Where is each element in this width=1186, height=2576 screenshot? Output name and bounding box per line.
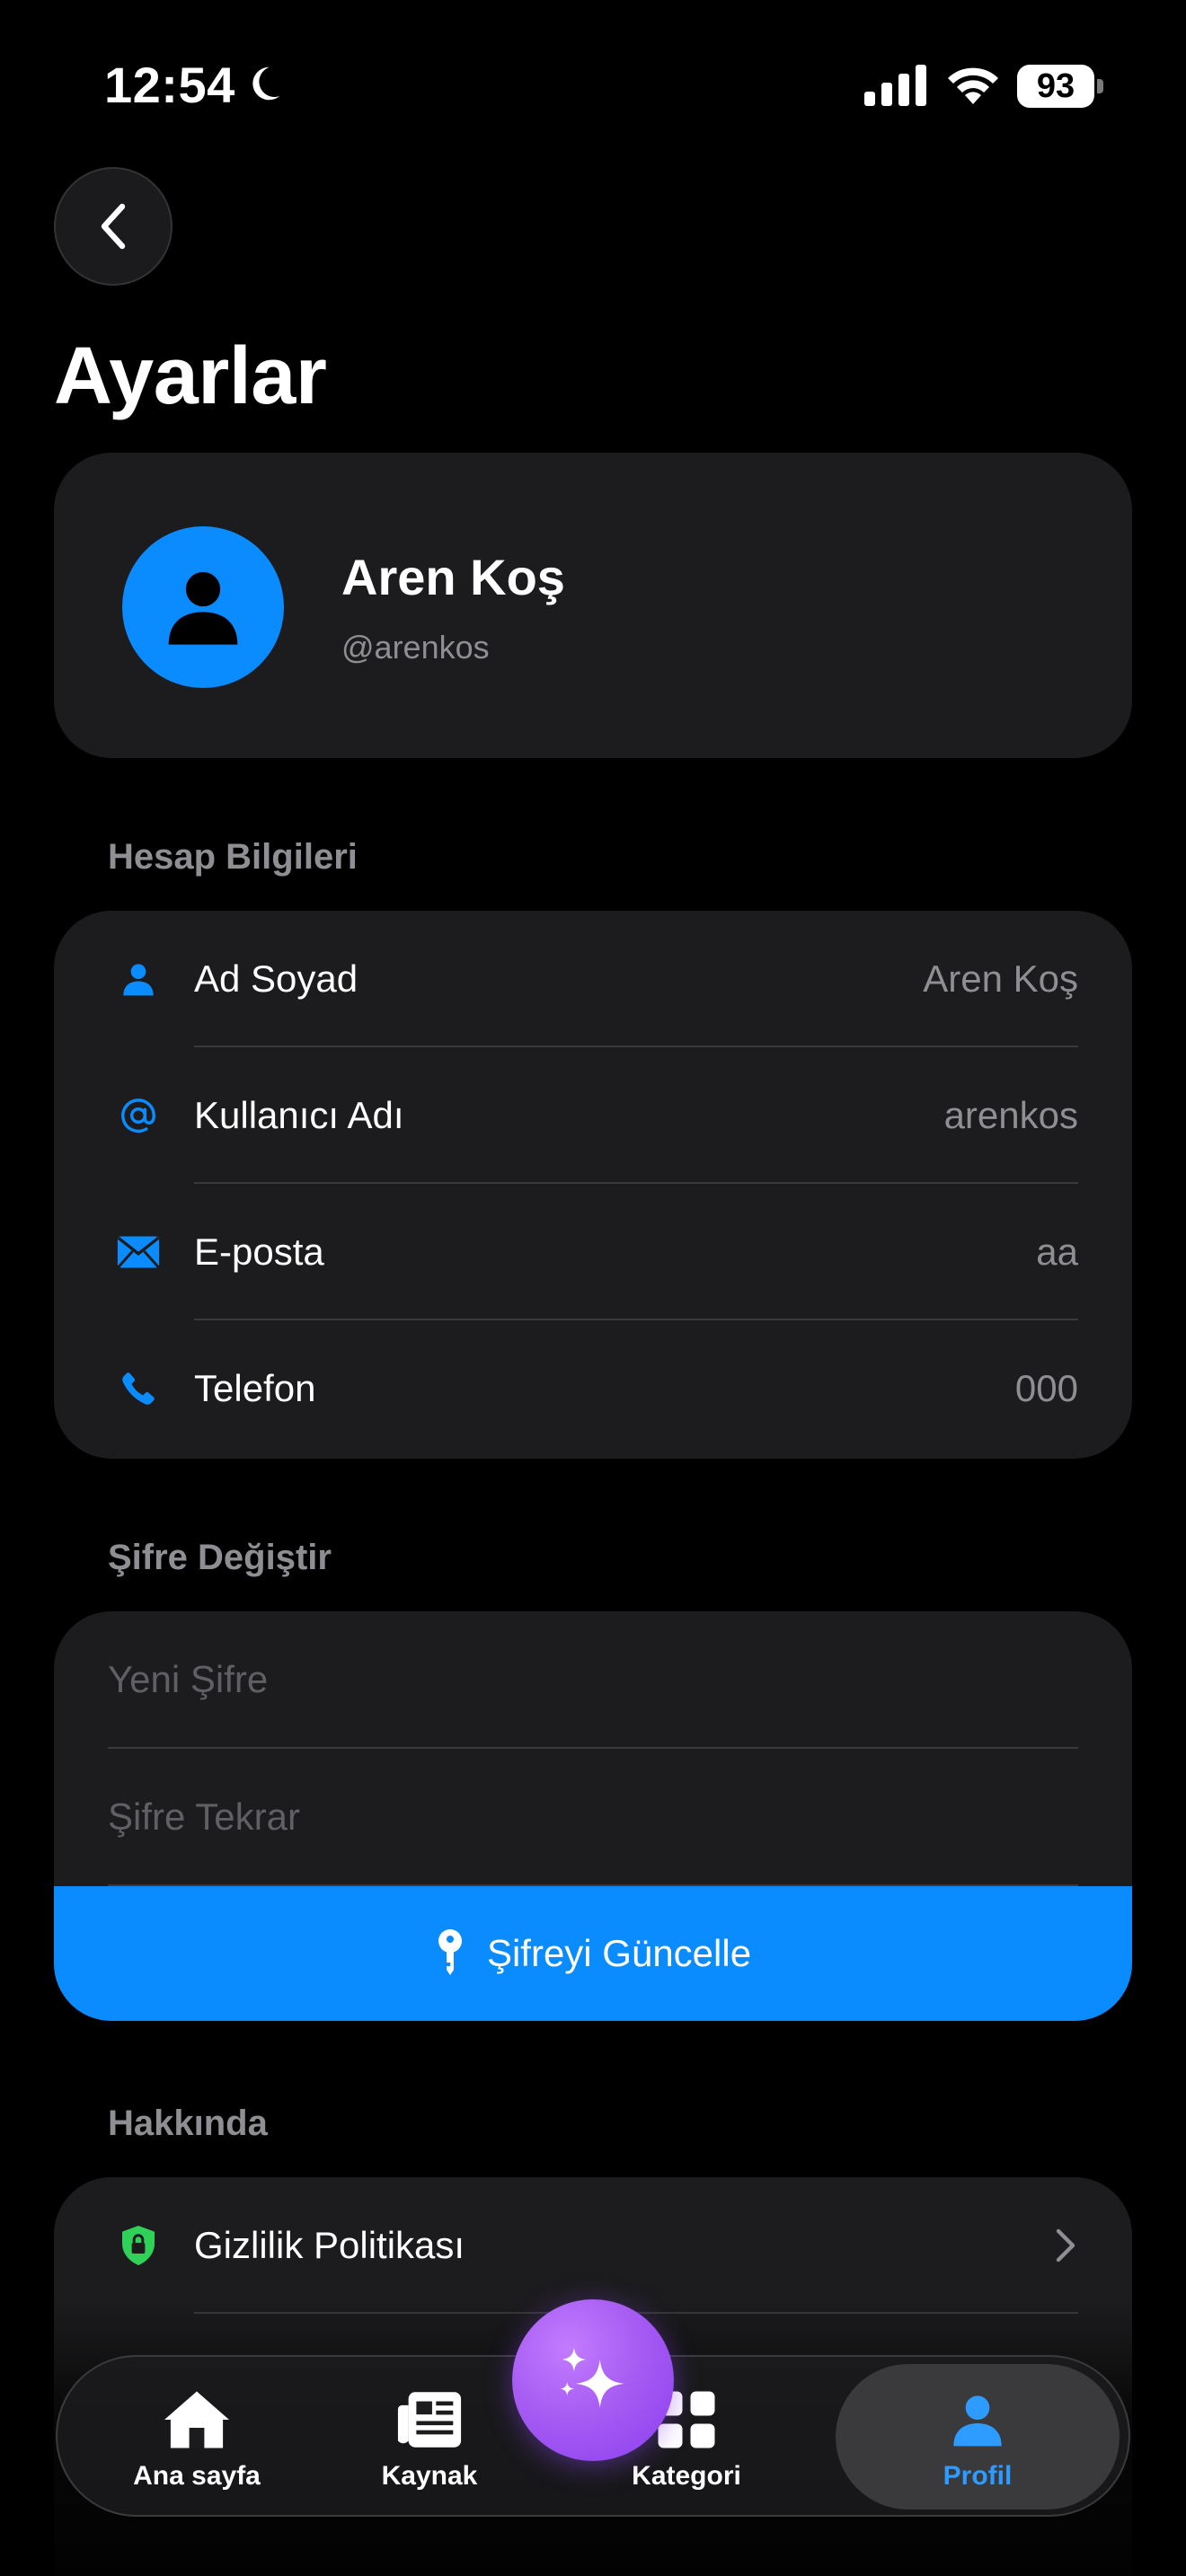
battery-tip: [1097, 79, 1103, 93]
battery-level: 93: [1017, 65, 1094, 108]
tab-label: Kaynak: [381, 2461, 478, 2491]
back-button[interactable]: [54, 167, 173, 286]
about-row-privacy-policy[interactable]: Gizlilik Politikası: [54, 2177, 1132, 2314]
person-icon: [168, 571, 238, 645]
settings-screen: 12:54 93 Ayarlar Aren Koş @arenkos Hesap…: [0, 0, 1186, 2576]
chevron-left-icon: [101, 203, 126, 250]
sparkles-icon: [560, 2347, 624, 2408]
row-label: Gizlilik Politikası: [194, 2224, 465, 2266]
section-header-account: Hesap Bilgileri: [108, 837, 358, 877]
row-value: 000: [1014, 1367, 1078, 1409]
tab-label: Kategori: [632, 2461, 741, 2491]
status-time: 12:54: [104, 57, 235, 113]
envelope-icon: [117, 1231, 160, 1274]
account-row-username[interactable]: Kullanıcı Adı arenkos: [54, 1047, 1132, 1184]
tab-home[interactable]: Ana sayfa: [93, 2357, 300, 2519]
moon-icon: [252, 66, 280, 101]
account-row-full-name[interactable]: Ad Soyad Aren Koş: [54, 911, 1132, 1047]
tab-source[interactable]: Kaynak: [349, 2357, 510, 2519]
update-password-button[interactable]: Şifreyi Güncelle: [54, 1886, 1132, 2021]
section-header-about: Hakkında: [108, 2104, 268, 2143]
person-icon: [117, 957, 160, 1001]
update-password-label: Şifreyi Güncelle: [486, 1932, 752, 1974]
repeat-password-row: [54, 1749, 1132, 1886]
battery-indicator: 93: [1017, 65, 1103, 108]
ai-assistant-button[interactable]: [512, 2299, 674, 2461]
row-label: E-posta: [194, 1231, 324, 1273]
shield-lock-icon: [117, 2224, 160, 2267]
new-password-input[interactable]: [108, 1611, 1078, 1747]
page-title: Ayarlar: [54, 331, 327, 421]
repeat-password-input[interactable]: [108, 1749, 1078, 1884]
row-value: aa: [1036, 1231, 1078, 1273]
home-icon: [161, 2384, 233, 2456]
row-value: arenkos: [943, 1094, 1078, 1136]
section-header-password: Şifre Değiştir: [108, 1538, 332, 1577]
chevron-right-icon: [1056, 2228, 1075, 2263]
avatar: [122, 526, 284, 688]
phone-icon: [117, 1367, 160, 1410]
account-info-card: Ad Soyad Aren Koş Kullanıcı Adı arenkos …: [54, 911, 1132, 1459]
newspaper-icon: [394, 2384, 465, 2456]
account-row-email[interactable]: E-posta aa: [54, 1184, 1132, 1320]
key-icon: [438, 1929, 462, 1975]
wifi-icon: [948, 67, 998, 104]
person-icon: [942, 2384, 1013, 2456]
new-password-row: [54, 1611, 1132, 1749]
tab-profile[interactable]: Profil: [836, 2357, 1120, 2519]
row-label: Ad Soyad: [194, 957, 358, 1000]
status-bar: 12:54 93: [0, 0, 1186, 171]
profile-username: @arenkos: [341, 629, 490, 666]
row-label: Kullanıcı Adı: [194, 1094, 404, 1136]
tab-label: Profil: [943, 2461, 1013, 2491]
profile-name: Aren Koş: [341, 549, 565, 605]
account-row-phone[interactable]: Telefon 000: [54, 1320, 1132, 1457]
change-password-card: Şifreyi Güncelle: [54, 1611, 1132, 2021]
row-value: Aren Koş: [923, 957, 1078, 1000]
tab-label: Ana sayfa: [133, 2461, 261, 2491]
at-icon: [117, 1094, 160, 1137]
cellular-signal-icon: [864, 65, 926, 106]
row-label: Telefon: [194, 1367, 316, 1409]
profile-card[interactable]: Aren Koş @arenkos: [54, 453, 1132, 758]
